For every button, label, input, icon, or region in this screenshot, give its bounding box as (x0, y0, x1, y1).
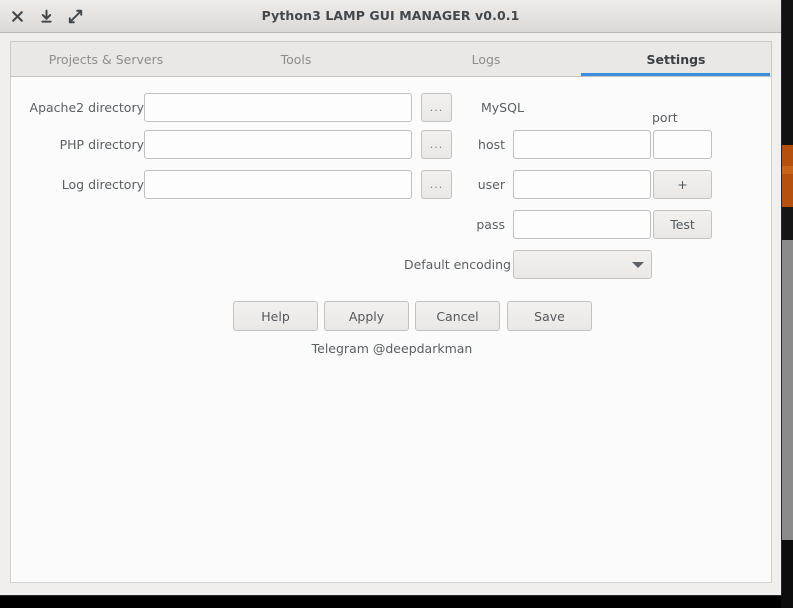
close-icon[interactable] (8, 7, 27, 26)
footnote-telegram: Telegram @deepdarkman (311, 341, 473, 356)
apache2-directory-input[interactable] (144, 93, 412, 122)
mysql-group-label: MySQL (481, 100, 524, 115)
mysql-host-input[interactable] (513, 130, 651, 159)
background-window-strip-orange-accent (781, 166, 793, 174)
mysql-host-label: host (478, 137, 505, 152)
log-directory-label: Log directory (61, 177, 144, 192)
tab-projects-servers[interactable]: Projects & Servers (11, 42, 201, 76)
tab-label: Projects & Servers (48, 51, 164, 67)
php-directory-input[interactable] (144, 130, 412, 159)
tab-tools[interactable]: Tools (201, 42, 391, 76)
mysql-port-input[interactable] (653, 130, 712, 159)
tab-bar: Projects & Servers Tools Logs Settings (10, 41, 772, 77)
mysql-user-label: user (477, 177, 505, 192)
php-directory-browse-button[interactable]: ... (421, 130, 452, 159)
settings-panel: Apache2 directory ... PHP directory ... … (10, 77, 772, 583)
apache2-directory-browse-button[interactable]: ... (421, 93, 452, 122)
background-window-strip-grey (781, 240, 793, 540)
mysql-pass-input[interactable] (513, 210, 651, 239)
mysql-test-connection-button[interactable]: Test (653, 210, 712, 239)
apache2-directory-label: Apache2 directory (29, 100, 144, 115)
background-window-strip-top (781, 0, 793, 145)
mysql-port-label: port (652, 110, 678, 125)
tab-logs[interactable]: Logs (391, 42, 581, 76)
log-directory-browse-button[interactable]: ... (421, 170, 452, 199)
tab-settings[interactable]: Settings (581, 42, 771, 76)
background-window-strip-bottom (781, 540, 793, 608)
default-encoding-label: Default encoding (403, 257, 511, 272)
minimize-icon[interactable] (37, 7, 56, 26)
tab-label: Logs (471, 51, 501, 67)
tab-label: Settings (646, 51, 706, 67)
application-window: Python3 LAMP GUI MANAGER v0.0.1 Projects… (0, 0, 782, 596)
cancel-button[interactable]: Cancel (415, 301, 500, 331)
mysql-add-user-button[interactable]: + (653, 170, 712, 199)
window-title: Python3 LAMP GUI MANAGER v0.0.1 (261, 8, 520, 23)
chevron-down-icon (625, 261, 651, 268)
background-window-strip-orange (781, 145, 793, 207)
background-window-strip-dark (781, 207, 793, 240)
maximize-icon[interactable] (66, 7, 85, 26)
help-button[interactable]: Help (233, 301, 318, 331)
title-bar: Python3 LAMP GUI MANAGER v0.0.1 (0, 0, 781, 33)
save-button[interactable]: Save (507, 301, 592, 331)
mysql-pass-label: pass (476, 217, 505, 232)
default-encoding-select[interactable] (513, 250, 652, 279)
mysql-user-input[interactable] (513, 170, 651, 199)
apply-button[interactable]: Apply (324, 301, 409, 331)
tab-label: Tools (280, 51, 312, 67)
log-directory-input[interactable] (144, 170, 412, 199)
php-directory-label: PHP directory (59, 137, 144, 152)
